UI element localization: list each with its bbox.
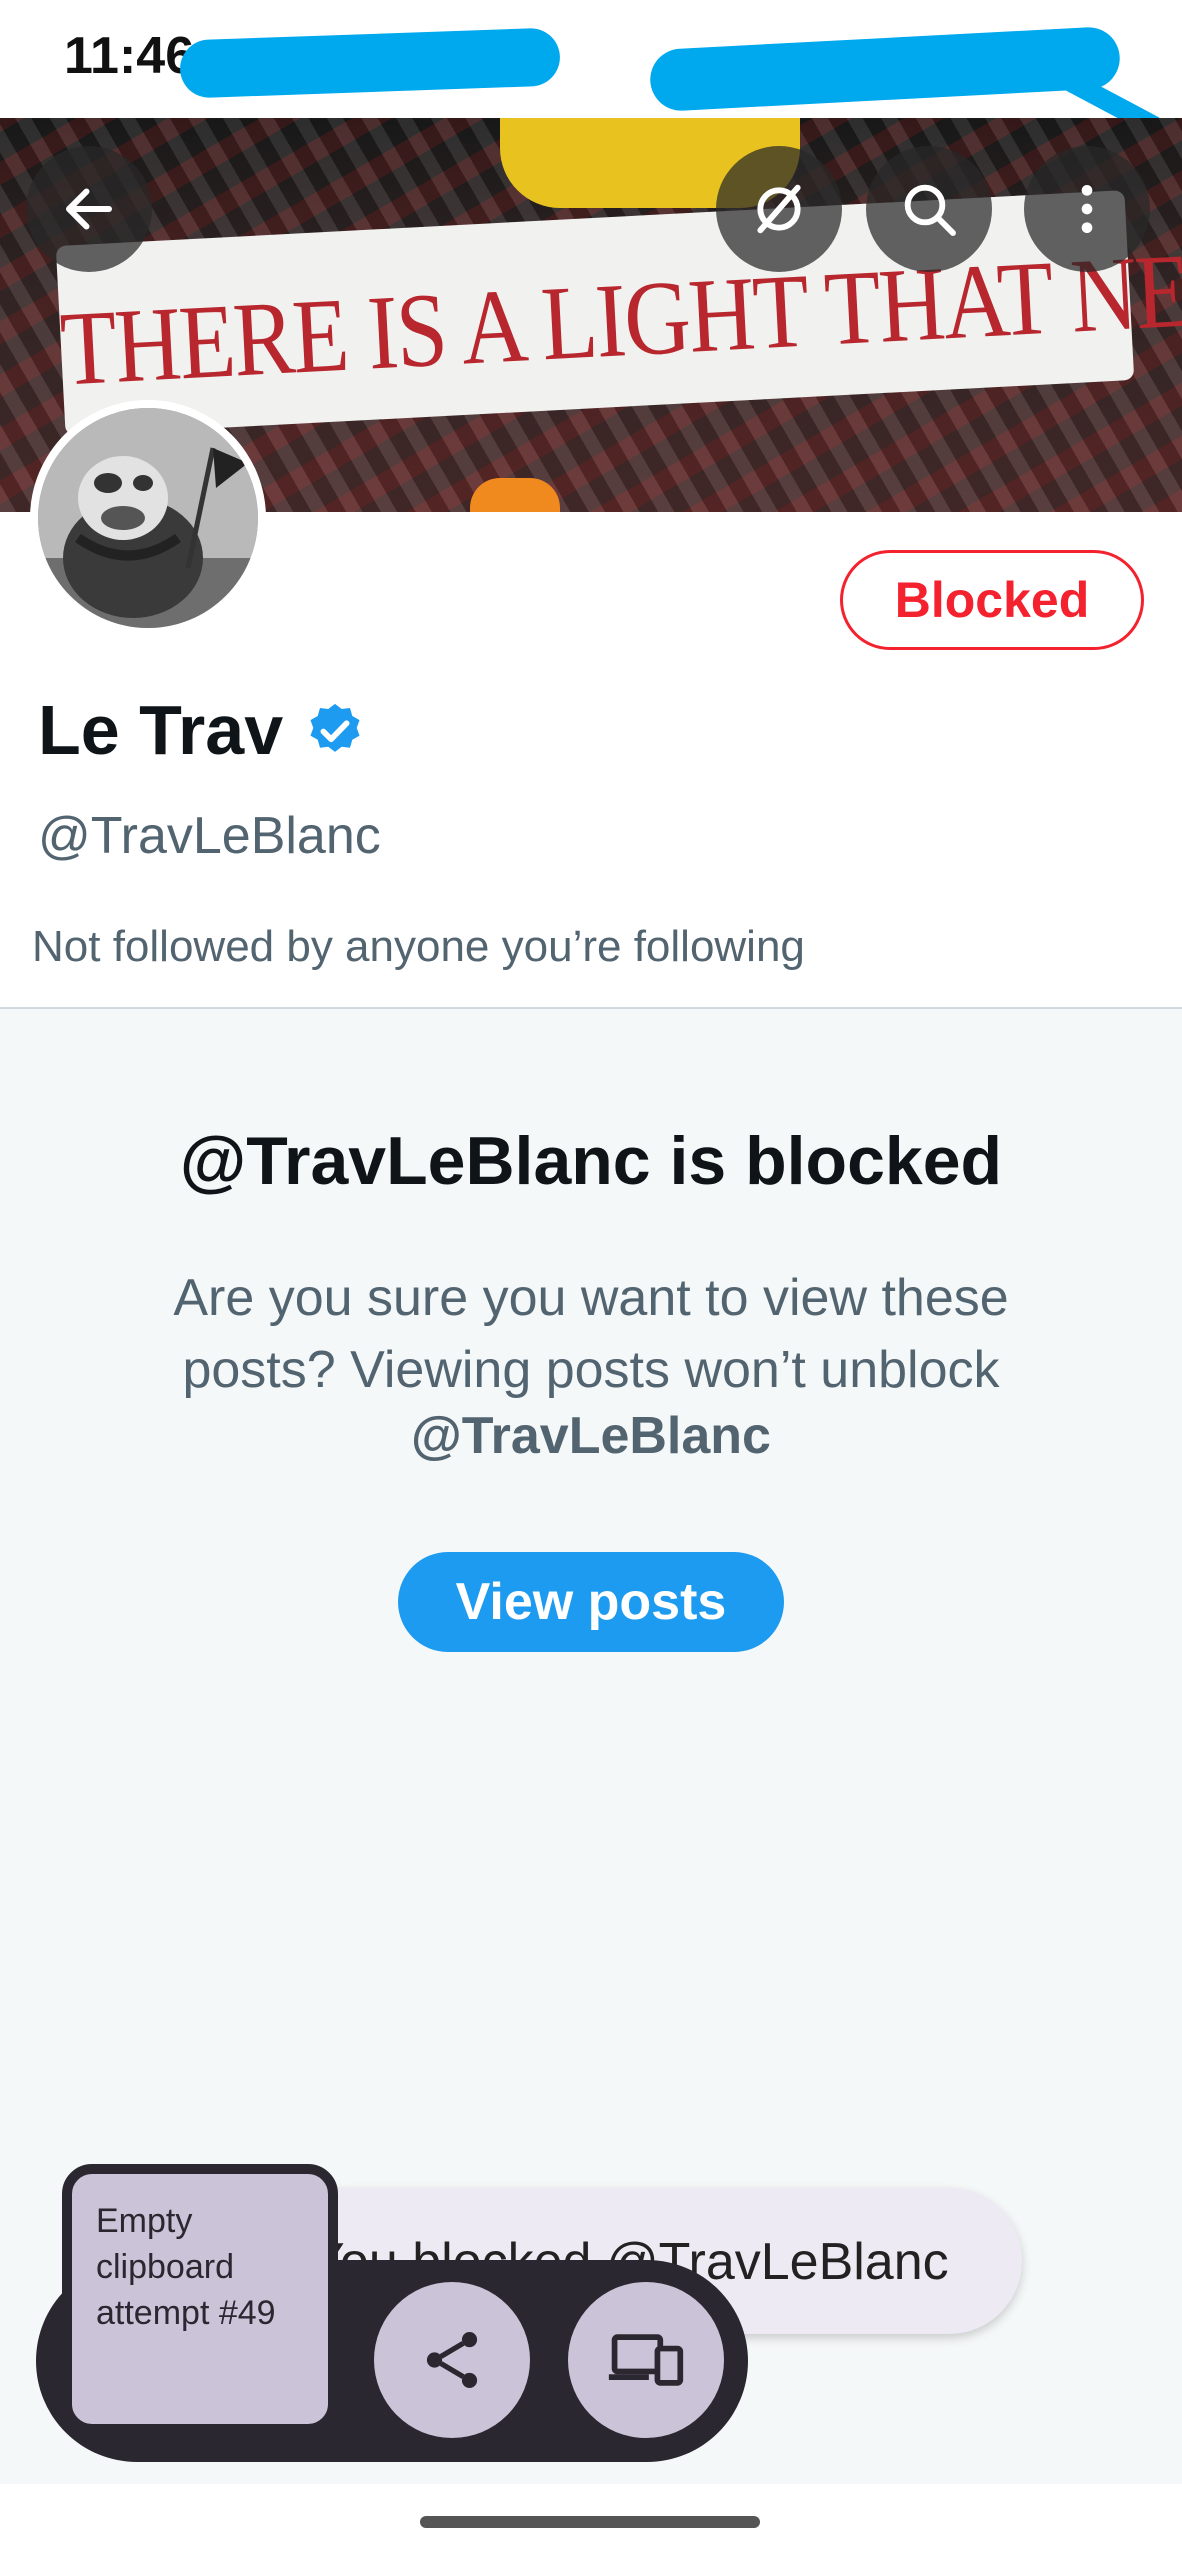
clipboard-preview-text: Empty clipboard attempt #49: [96, 2202, 276, 2332]
status-bar: 11:46: [0, 0, 1182, 140]
view-posts-button[interactable]: View posts: [398, 1552, 784, 1652]
share-icon: [426, 2332, 478, 2388]
blocked-message: Are you sure you want to view these post…: [173, 1269, 1009, 1399]
profile-handle: @TravLeBlanc: [38, 807, 381, 865]
section-divider: [0, 1007, 1182, 1009]
banner-person: [470, 478, 560, 512]
redaction-scribble-left: [179, 27, 561, 99]
grok-icon: [757, 184, 801, 234]
blocked-title: @TravLeBlanc is blocked: [179, 1123, 1003, 1199]
blocked-message-handle: @TravLeBlanc: [411, 1407, 771, 1465]
clipboard-preview-card[interactable]: Empty clipboard attempt #49: [62, 2164, 338, 2434]
verified-badge-icon: [310, 703, 360, 752]
followers-you-know-note[interactable]: Not followed by anyone you’re following: [32, 922, 805, 972]
send-to-device-button[interactable]: [568, 2282, 724, 2438]
home-indicator[interactable]: [420, 2516, 760, 2528]
search-button[interactable]: [866, 146, 992, 272]
search-icon: [904, 184, 956, 236]
dog-avatar-illustration: [38, 408, 258, 628]
grok-button[interactable]: [716, 146, 842, 272]
more-vertical-icon: [1081, 185, 1093, 233]
status-time: 11:46: [64, 27, 195, 85]
devices-icon: [608, 2334, 684, 2386]
display-name: Le Trav: [38, 691, 284, 769]
more-options-button[interactable]: [1024, 146, 1150, 272]
back-button[interactable]: [26, 146, 152, 272]
avatar-image: [38, 408, 258, 628]
avatar[interactable]: [30, 400, 266, 636]
share-button[interactable]: [374, 2282, 530, 2438]
back-arrow-icon: [66, 188, 112, 230]
blocked-button[interactable]: Blocked: [840, 550, 1144, 650]
